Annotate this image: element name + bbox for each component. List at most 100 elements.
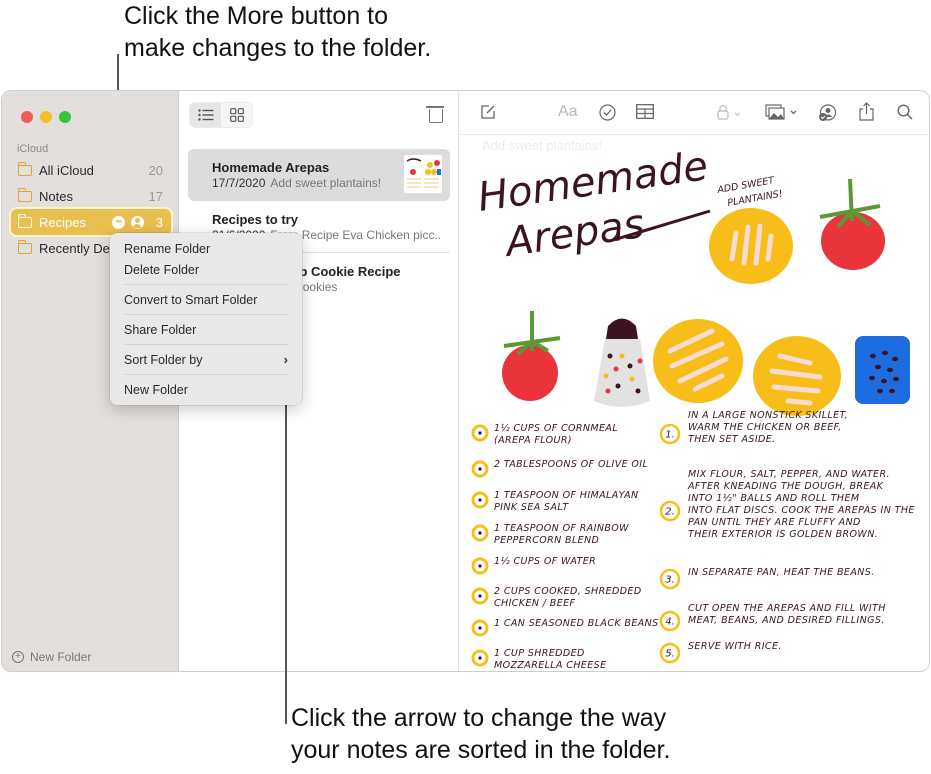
ingredient-text: (AREPA FLOUR) — [494, 435, 572, 446]
ingredient-bullet-dot — [478, 431, 482, 435]
step-text: THEIR EXTERIOR IS GOLDEN BROWN. — [688, 529, 878, 540]
compose-icon[interactable] — [480, 104, 496, 124]
ingredient-text: 1 CAN SEASONED BLACK BEANS — [494, 618, 659, 629]
ingredient-text: 2 CUPS COOKED, SHREDDED — [494, 586, 642, 597]
step-text: MEAT, BEANS, AND DESIRED FILLINGS. — [688, 615, 885, 626]
folder-name: All iCloud — [39, 162, 94, 178]
ingredient-text: PINK SEA SALT — [494, 502, 569, 513]
arepa-drawing — [653, 319, 743, 403]
new-folder-button[interactable]: + New Folder — [12, 650, 91, 664]
ingredient-text: 1½ CUPS OF CORNMEAL — [494, 423, 618, 434]
ingredient-bullet-dot — [478, 656, 482, 660]
sidebar-item-all-icloud[interactable]: All iCloud 20 — [11, 157, 171, 183]
table-icon[interactable] — [636, 104, 654, 123]
arepa-drawing — [753, 336, 841, 416]
ingredient-text: MOZZARELLA CHEESE — [494, 660, 607, 671]
person-circle-icon[interactable] — [130, 215, 144, 229]
step-text: INTO 1½" BALLS AND ROLL THEM — [688, 493, 859, 504]
ingredient-text: 1 TEASPOON OF RAINBOW — [494, 523, 629, 534]
step-text: PAN UNTIL THEY ARE FLUFFY AND — [688, 517, 861, 528]
note-date: 17/7/2020 — [212, 176, 266, 190]
ingredient-text: CHICKEN / BEEF — [494, 598, 576, 609]
window-controls — [21, 111, 71, 123]
step-text: IN A LARGE NONSTICK SKILLET, — [688, 410, 848, 421]
list-view-icon[interactable] — [190, 103, 221, 127]
step-number: 2. — [665, 507, 675, 518]
menu-item-delete-folder[interactable]: Delete Folder — [110, 259, 302, 280]
lock-icon[interactable] — [717, 104, 743, 124]
minimize-window-button[interactable] — [40, 111, 52, 123]
step-number: 3. — [665, 575, 675, 586]
salt-shaker-drawing — [594, 318, 650, 407]
step-text: WARM THE CHICKEN OR BEEF, — [688, 422, 842, 433]
ingredient-bullet-dot — [478, 564, 482, 568]
step-text: IN SEPARATE PAN, HEAT THE BEANS. — [688, 567, 875, 578]
step-number: 5. — [665, 649, 675, 660]
ingredient-bullet-dot — [478, 594, 482, 598]
sidebar-item-recipes[interactable]: Recipes ••• 3 — [11, 209, 171, 235]
folder-count: 20 — [148, 162, 163, 178]
callout-line: Click the arrow to change the way — [291, 704, 667, 732]
folder-context-menu: Rename Folder Delete Folder Convert to S… — [110, 233, 302, 405]
format-icon[interactable]: Aa — [558, 103, 578, 121]
menu-item-convert-to-smart-folder[interactable]: Convert to Smart Folder — [110, 289, 302, 310]
new-folder-label: New Folder — [30, 650, 92, 664]
callout-line: your notes are sorted in the folder. — [291, 736, 671, 764]
menu-item-sort-folder-by[interactable]: Sort Folder by › — [110, 349, 302, 370]
gallery-view-icon[interactable] — [221, 103, 252, 127]
ingredient-text: PEPPERCORN BLEND — [494, 535, 599, 546]
more-button[interactable]: ••• — [111, 215, 125, 229]
trash-icon[interactable] — [426, 105, 444, 123]
ingredient-bullet-dot — [478, 498, 482, 502]
ingredient-text: 1 TEASPOON OF HIMALAYAN — [494, 490, 638, 501]
bean-can-drawing — [855, 336, 910, 404]
collaborate-icon[interactable] — [818, 104, 837, 126]
callout-more-button: Click the More button to make changes to… — [124, 0, 431, 64]
step-text: SERVE WITH RICE. — [688, 641, 782, 652]
folder-count: 3 — [155, 214, 163, 230]
media-icon[interactable] — [765, 104, 801, 124]
chevron-right-icon[interactable]: › — [284, 352, 288, 367]
tomato-drawing — [502, 311, 561, 401]
menu-item-new-folder[interactable]: New Folder — [110, 379, 302, 400]
note-item[interactable]: Homemade Arepas 17/7/2020 Add sweet plant… — [188, 149, 450, 201]
menu-separator — [124, 284, 288, 285]
callout-sort-arrow: Click the arrow to change the way your n… — [291, 702, 670, 766]
callout-line: make changes to the folder. — [124, 34, 432, 62]
arepa-drawing — [709, 208, 793, 284]
plus-circle-icon: + — [12, 651, 24, 663]
view-mode-toggle — [189, 102, 253, 128]
close-window-button[interactable] — [21, 111, 33, 123]
ingredient-bullet-dot — [478, 531, 482, 535]
step-list: 1. IN A LARGE NONSTICK SKILLET,WARM THE C… — [659, 410, 915, 664]
shared-folder-icon — [17, 213, 32, 228]
share-icon[interactable] — [859, 102, 874, 125]
callout-line: Click the More button to — [124, 2, 389, 30]
search-icon[interactable] — [897, 104, 913, 124]
editor-toolbar: Aa — [460, 91, 929, 135]
ingredient-text: 2 TABLESPOONS OF OLIVE OIL — [494, 459, 648, 470]
menu-item-rename-folder[interactable]: Rename Folder — [110, 238, 302, 259]
folder-count: 17 — [148, 188, 163, 204]
step-text: INTO FLAT DISCS. COOK THE AREPAS IN THE — [688, 505, 915, 516]
zoom-window-button[interactable] — [59, 111, 71, 123]
folder-icon — [17, 161, 32, 176]
note-title: Recipes to try — [212, 212, 298, 227]
recipe-drawing[interactable]: Homemade Arepas ADD SWEET PLANTAINS! 1½ … — [460, 151, 930, 671]
step-text: CUT OPEN THE AREPAS AND FILL WITH — [688, 603, 886, 614]
ingredient-bullet-dot — [478, 626, 482, 630]
folder-name: Notes — [39, 188, 73, 204]
tomato-drawing — [819, 178, 885, 270]
sidebar-item-notes[interactable]: Notes 17 — [11, 183, 171, 209]
step-number: 1. — [665, 430, 675, 441]
step-text: THEN SET ASIDE. — [688, 434, 776, 445]
menu-separator — [124, 344, 288, 345]
note-thumbnail — [404, 155, 442, 193]
callout-leader-line — [285, 370, 287, 724]
menu-separator — [124, 314, 288, 315]
folder-name: Recipes — [39, 214, 86, 230]
ingredient-bullet-dot — [478, 467, 482, 471]
checklist-icon[interactable] — [599, 104, 616, 125]
menu-item-share-folder[interactable]: Share Folder — [110, 319, 302, 340]
step-number: 4. — [665, 617, 675, 628]
